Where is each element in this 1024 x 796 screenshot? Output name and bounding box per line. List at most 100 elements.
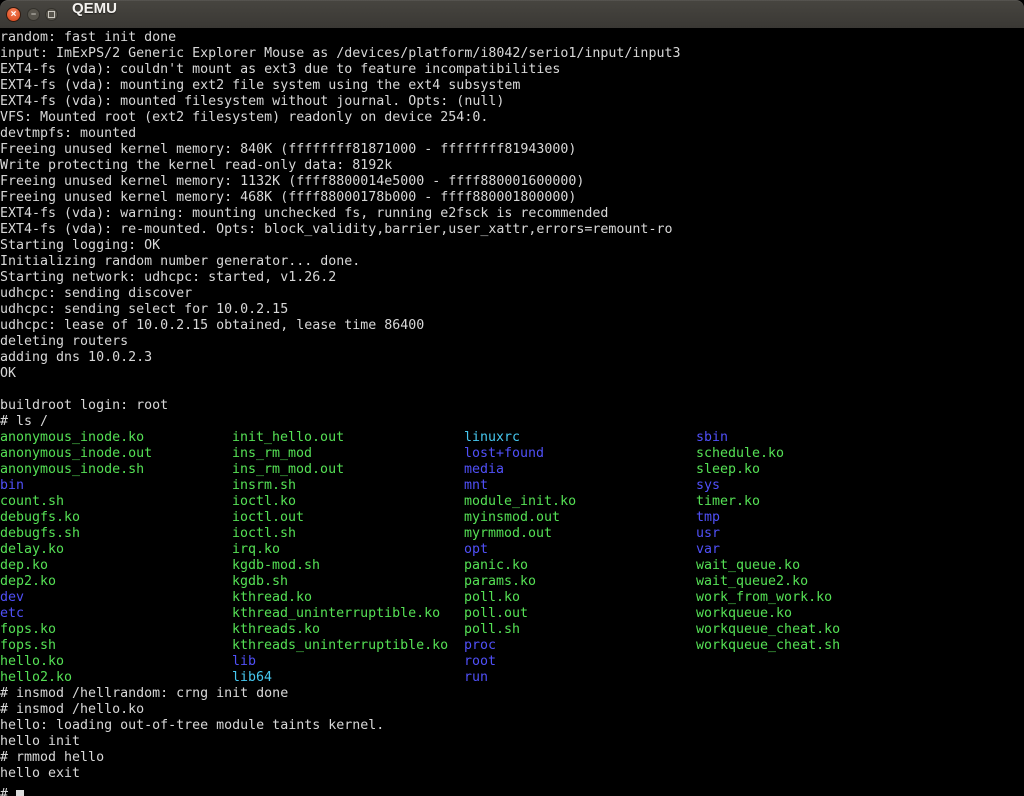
- ls-output-row: delay.koirq.kooptvar: [0, 542, 1024, 558]
- terminal-line: deleting routers: [0, 334, 1024, 350]
- file-entry: ioctl.out: [232, 510, 464, 526]
- file-entry: myrmmod.out: [464, 526, 696, 542]
- ls-output-row: etckthread_uninterruptible.kopoll.outwor…: [0, 606, 1024, 622]
- file-entry: bin: [0, 478, 232, 494]
- ls-output-row: anonymous_inode.shins_rm_mod.outmediasle…: [0, 462, 1024, 478]
- file-entry: poll.out: [464, 606, 696, 622]
- terminal-line: Freeing unused kernel memory: 1132K (fff…: [0, 174, 1024, 190]
- file-entry: dep2.ko: [0, 574, 232, 590]
- file-entry: kgdb-mod.sh: [232, 558, 464, 574]
- file-entry: kthreads_uninterruptible.ko: [232, 638, 464, 654]
- qemu-window: × − QEMU random: fast init doneinput: Im…: [0, 0, 1024, 796]
- file-entry: sbin: [696, 430, 728, 446]
- terminal-line: hello init: [0, 734, 1024, 750]
- terminal-line: Freeing unused kernel memory: 468K (ffff…: [0, 190, 1024, 206]
- minimize-button[interactable]: −: [27, 8, 40, 21]
- ls-output-row: debugfs.shioctl.shmyrmmod.outusr: [0, 526, 1024, 542]
- terminal-line: udhcpc: lease of 10.0.2.15 obtained, lea…: [0, 318, 1024, 334]
- file-entry: irq.ko: [232, 542, 464, 558]
- file-entry: mnt: [464, 478, 696, 494]
- file-entry: hello.ko: [0, 654, 232, 670]
- file-entry: dev: [0, 590, 232, 606]
- terminal-line: EXT4-fs (vda): warning: mounting uncheck…: [0, 206, 1024, 222]
- ls-output-row: dep.kokgdb-mod.shpanic.kowait_queue.ko: [0, 558, 1024, 574]
- file-entry: lost+found: [464, 446, 696, 462]
- file-entry: sys: [696, 478, 720, 494]
- file-entry: proc: [464, 638, 696, 654]
- file-entry: ins_rm_mod: [232, 446, 464, 462]
- file-entry: poll.sh: [464, 622, 696, 638]
- file-entry: debugfs.ko: [0, 510, 232, 526]
- file-entry: kthreads.ko: [232, 622, 464, 638]
- terminal-line: Starting network: udhcpc: started, v1.26…: [0, 270, 1024, 286]
- file-entry: work_from_work.ko: [696, 590, 832, 606]
- file-entry: dep.ko: [0, 558, 232, 574]
- terminal-line: EXT4-fs (vda): mounted filesystem withou…: [0, 94, 1024, 110]
- file-entry: panic.ko: [464, 558, 696, 574]
- file-entry: linuxrc: [464, 430, 696, 446]
- file-entry: usr: [696, 526, 720, 542]
- file-entry: run: [464, 670, 488, 686]
- file-entry: tmp: [696, 510, 720, 526]
- window-titlebar[interactable]: × − QEMU: [0, 0, 1024, 28]
- ls-output-row: hello2.kolib64run: [0, 670, 1024, 686]
- file-entry: kthread.ko: [232, 590, 464, 606]
- file-entry: fops.sh: [0, 638, 232, 654]
- file-entry: root: [464, 654, 496, 670]
- ls-output-row: debugfs.koioctl.outmyinsmod.outtmp: [0, 510, 1024, 526]
- terminal-line: [0, 382, 1024, 398]
- file-entry: anonymous_inode.sh: [0, 462, 232, 478]
- file-entry: delay.ko: [0, 542, 232, 558]
- terminal-line: hello exit: [0, 766, 1024, 782]
- ls-output-row: hello.kolibroot: [0, 654, 1024, 670]
- file-entry: poll.ko: [464, 590, 696, 606]
- terminal-line: EXT4-fs (vda): re-mounted. Opts: block_v…: [0, 222, 1024, 238]
- file-entry: workqueue_cheat.ko: [696, 622, 840, 638]
- terminal-line: buildroot login: root: [0, 398, 1024, 414]
- file-entry: ioctl.sh: [232, 526, 464, 542]
- file-entry: ioctl.ko: [232, 494, 464, 510]
- terminal-line: Write protecting the kernel read-only da…: [0, 158, 1024, 174]
- terminal-line: udhcpc: sending select for 10.0.2.15: [0, 302, 1024, 318]
- terminal-line: Initializing random number generator... …: [0, 254, 1024, 270]
- file-entry: sleep.ko: [696, 462, 760, 478]
- file-entry: hello2.ko: [0, 670, 232, 686]
- file-entry: media: [464, 462, 696, 478]
- terminal-line: OK: [0, 366, 1024, 382]
- file-entry: ins_rm_mod.out: [232, 462, 464, 478]
- terminal-line: EXT4-fs (vda): couldn't mount as ext3 du…: [0, 62, 1024, 78]
- terminal-line: #: [0, 782, 1024, 796]
- file-entry: anonymous_inode.out: [0, 446, 232, 462]
- ls-output-row: count.shioctl.komodule_init.kotimer.ko: [0, 494, 1024, 510]
- terminal-line: Freeing unused kernel memory: 840K (ffff…: [0, 142, 1024, 158]
- file-entry: wait_queue2.ko: [696, 574, 808, 590]
- terminal-line: # insmod /hellrandom: crng init done: [0, 686, 1024, 702]
- file-entry: schedule.ko: [696, 446, 784, 462]
- terminal-line: # ls /: [0, 414, 1024, 430]
- terminal-line: devtmpfs: mounted: [0, 126, 1024, 142]
- file-entry: lib: [232, 654, 464, 670]
- close-button[interactable]: ×: [6, 7, 21, 22]
- ls-output-row: fops.kokthreads.kopoll.shworkqueue_cheat…: [0, 622, 1024, 638]
- file-entry: var: [696, 542, 720, 558]
- terminal-line: udhcpc: sending discover: [0, 286, 1024, 302]
- ls-output-row: devkthread.kopoll.kowork_from_work.ko: [0, 590, 1024, 606]
- ls-output-row: bininsrm.shmntsys: [0, 478, 1024, 494]
- file-entry: opt: [464, 542, 696, 558]
- minimize-icon: −: [31, 9, 36, 19]
- terminal-line: # insmod /hello.ko: [0, 702, 1024, 718]
- file-entry: module_init.ko: [464, 494, 696, 510]
- file-entry: fops.ko: [0, 622, 232, 638]
- file-entry: myinsmod.out: [464, 510, 696, 526]
- file-entry: insrm.sh: [232, 478, 464, 494]
- terminal-line: hello: loading out-of-tree module taints…: [0, 718, 1024, 734]
- ls-output-row: anonymous_inode.outins_rm_modlost+founds…: [0, 446, 1024, 462]
- file-entry: wait_queue.ko: [696, 558, 800, 574]
- file-entry: etc: [0, 606, 232, 622]
- maximize-button[interactable]: [45, 8, 58, 21]
- file-entry: debugfs.sh: [0, 526, 232, 542]
- ls-output-row: dep2.kokgdb.shparams.kowait_queue2.ko: [0, 574, 1024, 590]
- file-entry: anonymous_inode.ko: [0, 430, 232, 446]
- terminal-screen[interactable]: random: fast init doneinput: ImExPS/2 Ge…: [0, 28, 1024, 796]
- file-entry: count.sh: [0, 494, 232, 510]
